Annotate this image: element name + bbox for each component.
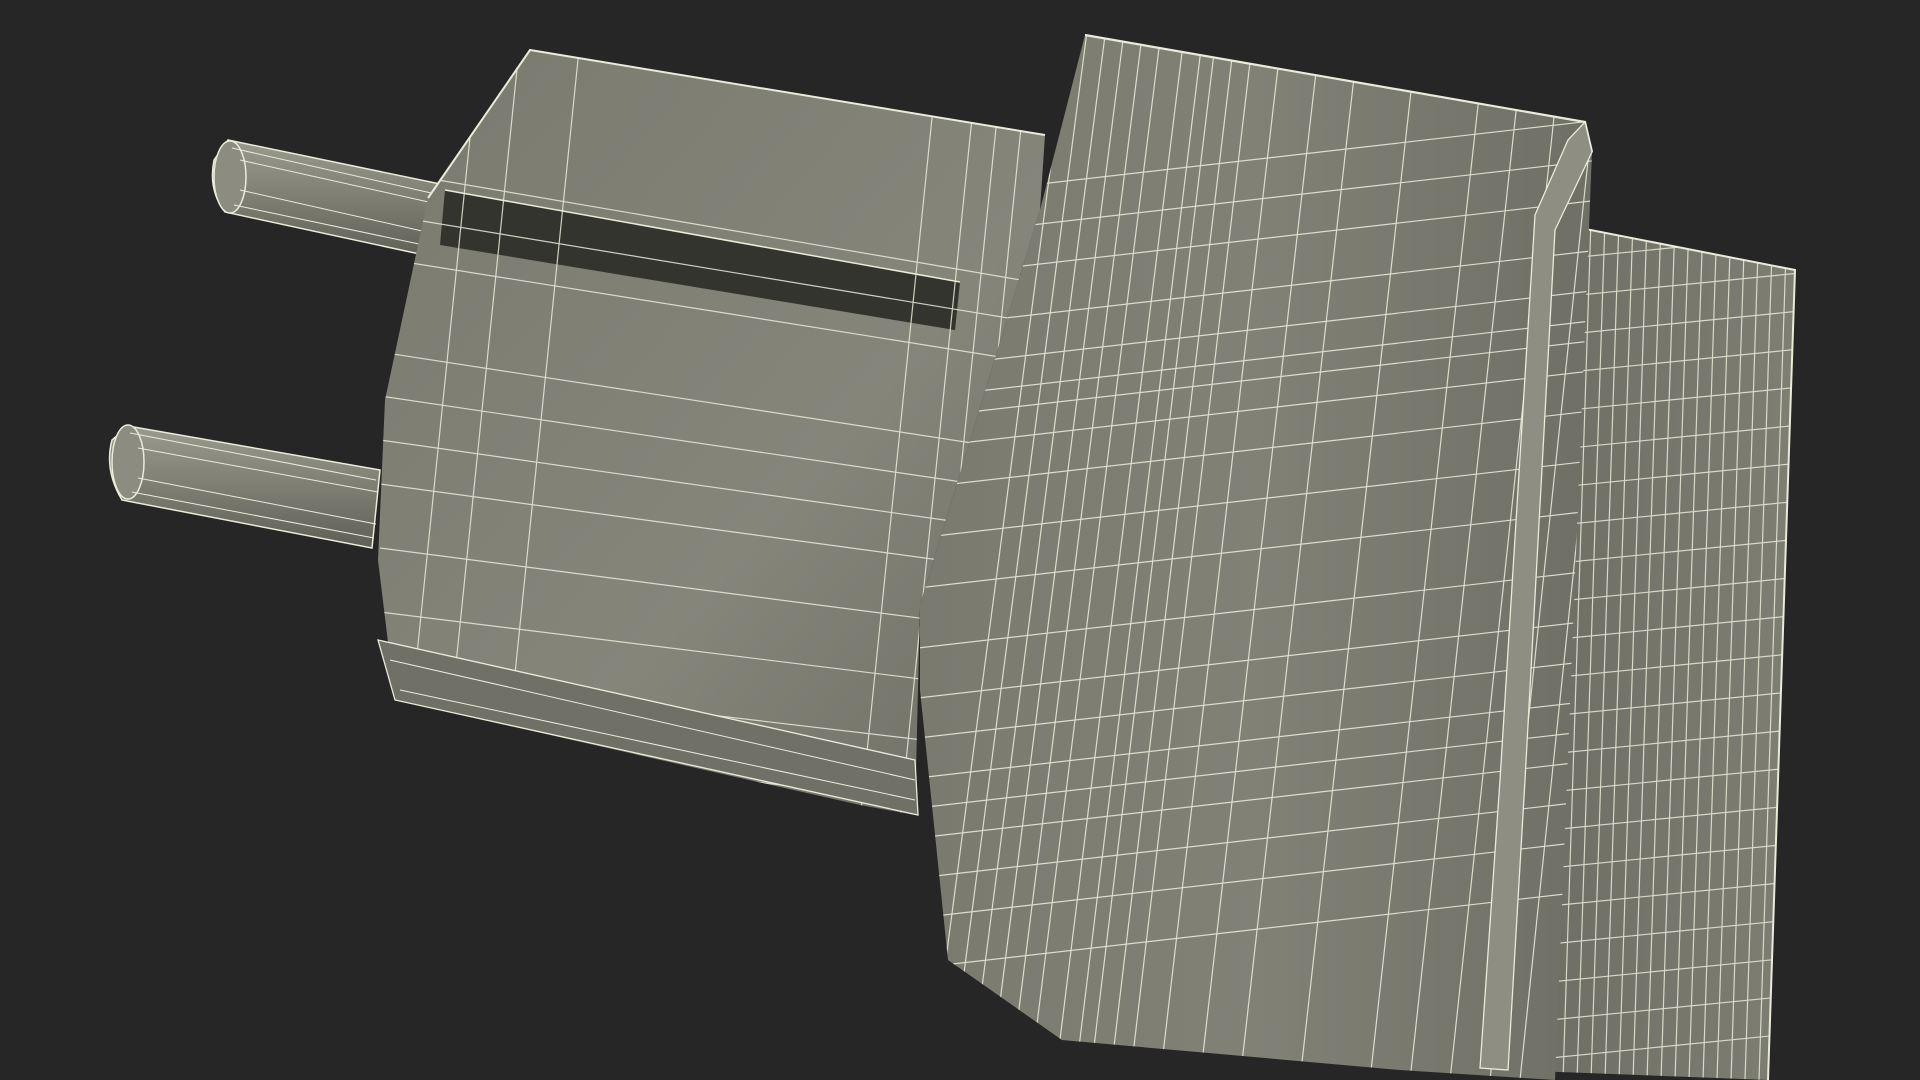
lower-pin	[108, 424, 381, 549]
wireframe-render	[108, 33, 1797, 1080]
upper-pin	[211, 139, 446, 259]
